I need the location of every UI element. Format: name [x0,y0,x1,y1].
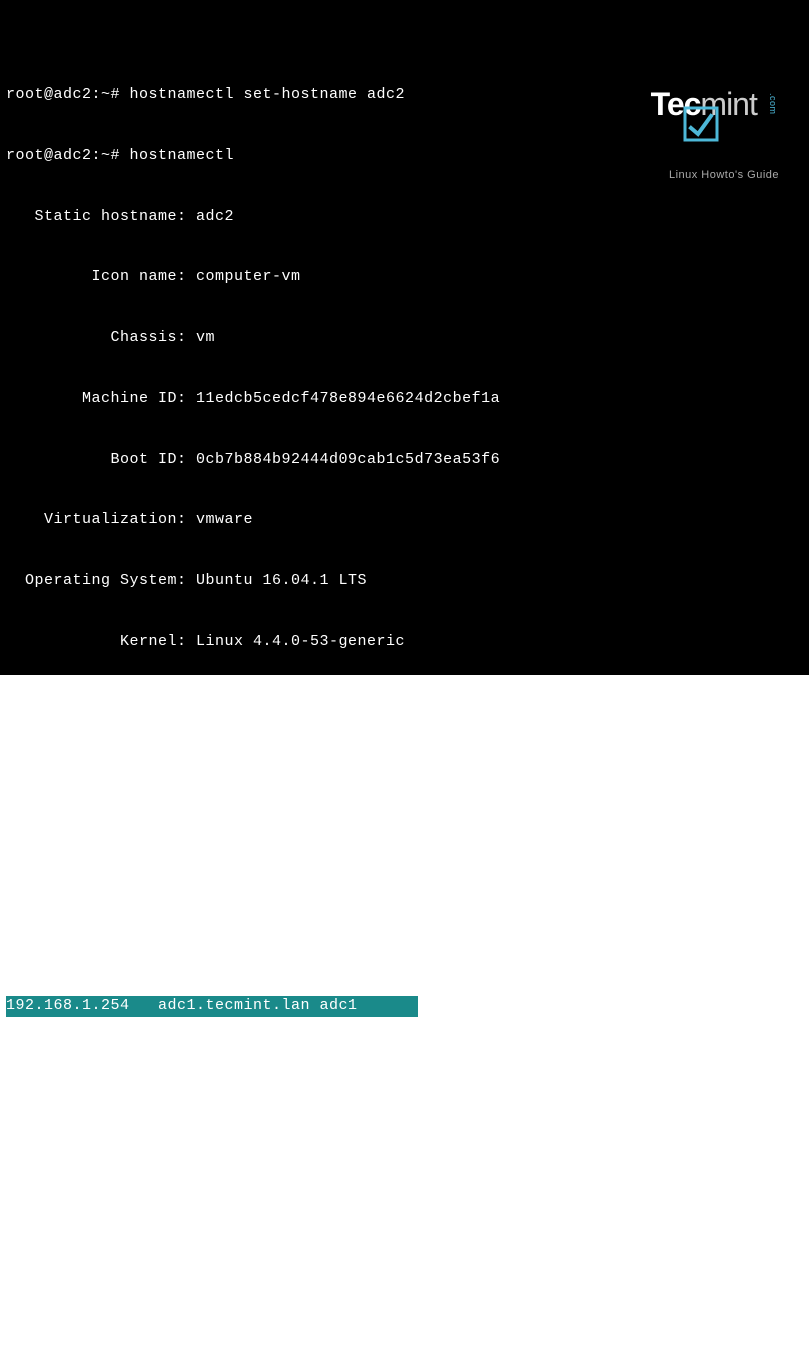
terminal-line: Chassis: vm [6,328,803,348]
terminal-line: # The following lines are desirable for … [6,1118,803,1138]
tecmint-watermark: Tecmint .com Linux Howto's Guide [607,42,779,224]
terminal-line: Boot ID: 0cb7b884b92444d09cab1c5d73ea53f… [6,450,803,470]
highlighted-host-entry: 192.168.1.254 adc1.tecmint.lan adc1 [6,996,418,1016]
terminal-line: Architecture: x86-64 [6,693,803,713]
terminal-line: ::1 localhost ip6-localhost ip6-loopback [6,1178,803,1198]
watermark-logo-row: Tecmint .com [607,83,779,126]
terminal-line: ff02::1 ip6-allnodes [6,1239,803,1259]
terminal-line [6,1057,803,1077]
watermark-tagline: Linux Howto's Guide [607,168,779,183]
terminal-window[interactable]: Tecmint .com Linux Howto's Guide root@ad… [0,0,809,675]
terminal-line: Kernel: Linux 4.4.0-53-generic [6,632,803,652]
terminal-line: Virtualization: vmware [6,510,803,530]
terminal-line-highlighted: 192.168.1.254 adc1.tecmint.lan adc1 [6,996,803,1016]
terminal-line: Icon name: computer-vm [6,267,803,287]
terminal-line: 127.0.0.1 localhost [6,936,803,956]
brand-com: .com [767,93,779,115]
terminal-line: root@adc2:~# cat /etc/hostname [6,753,803,773]
terminal-line: adc2 [6,814,803,834]
terminal-line: root@adc2:~# cat /etc/hosts [6,875,803,895]
terminal-line: Machine ID: 11edcb5cedcf478e894e6624d2cb… [6,389,803,409]
terminal-line: Operating System: Ubuntu 16.04.1 LTS [6,571,803,591]
terminal-line: ff02::2 ip6-allrouters [6,1300,803,1320]
tecmint-logo-icon [607,86,643,122]
